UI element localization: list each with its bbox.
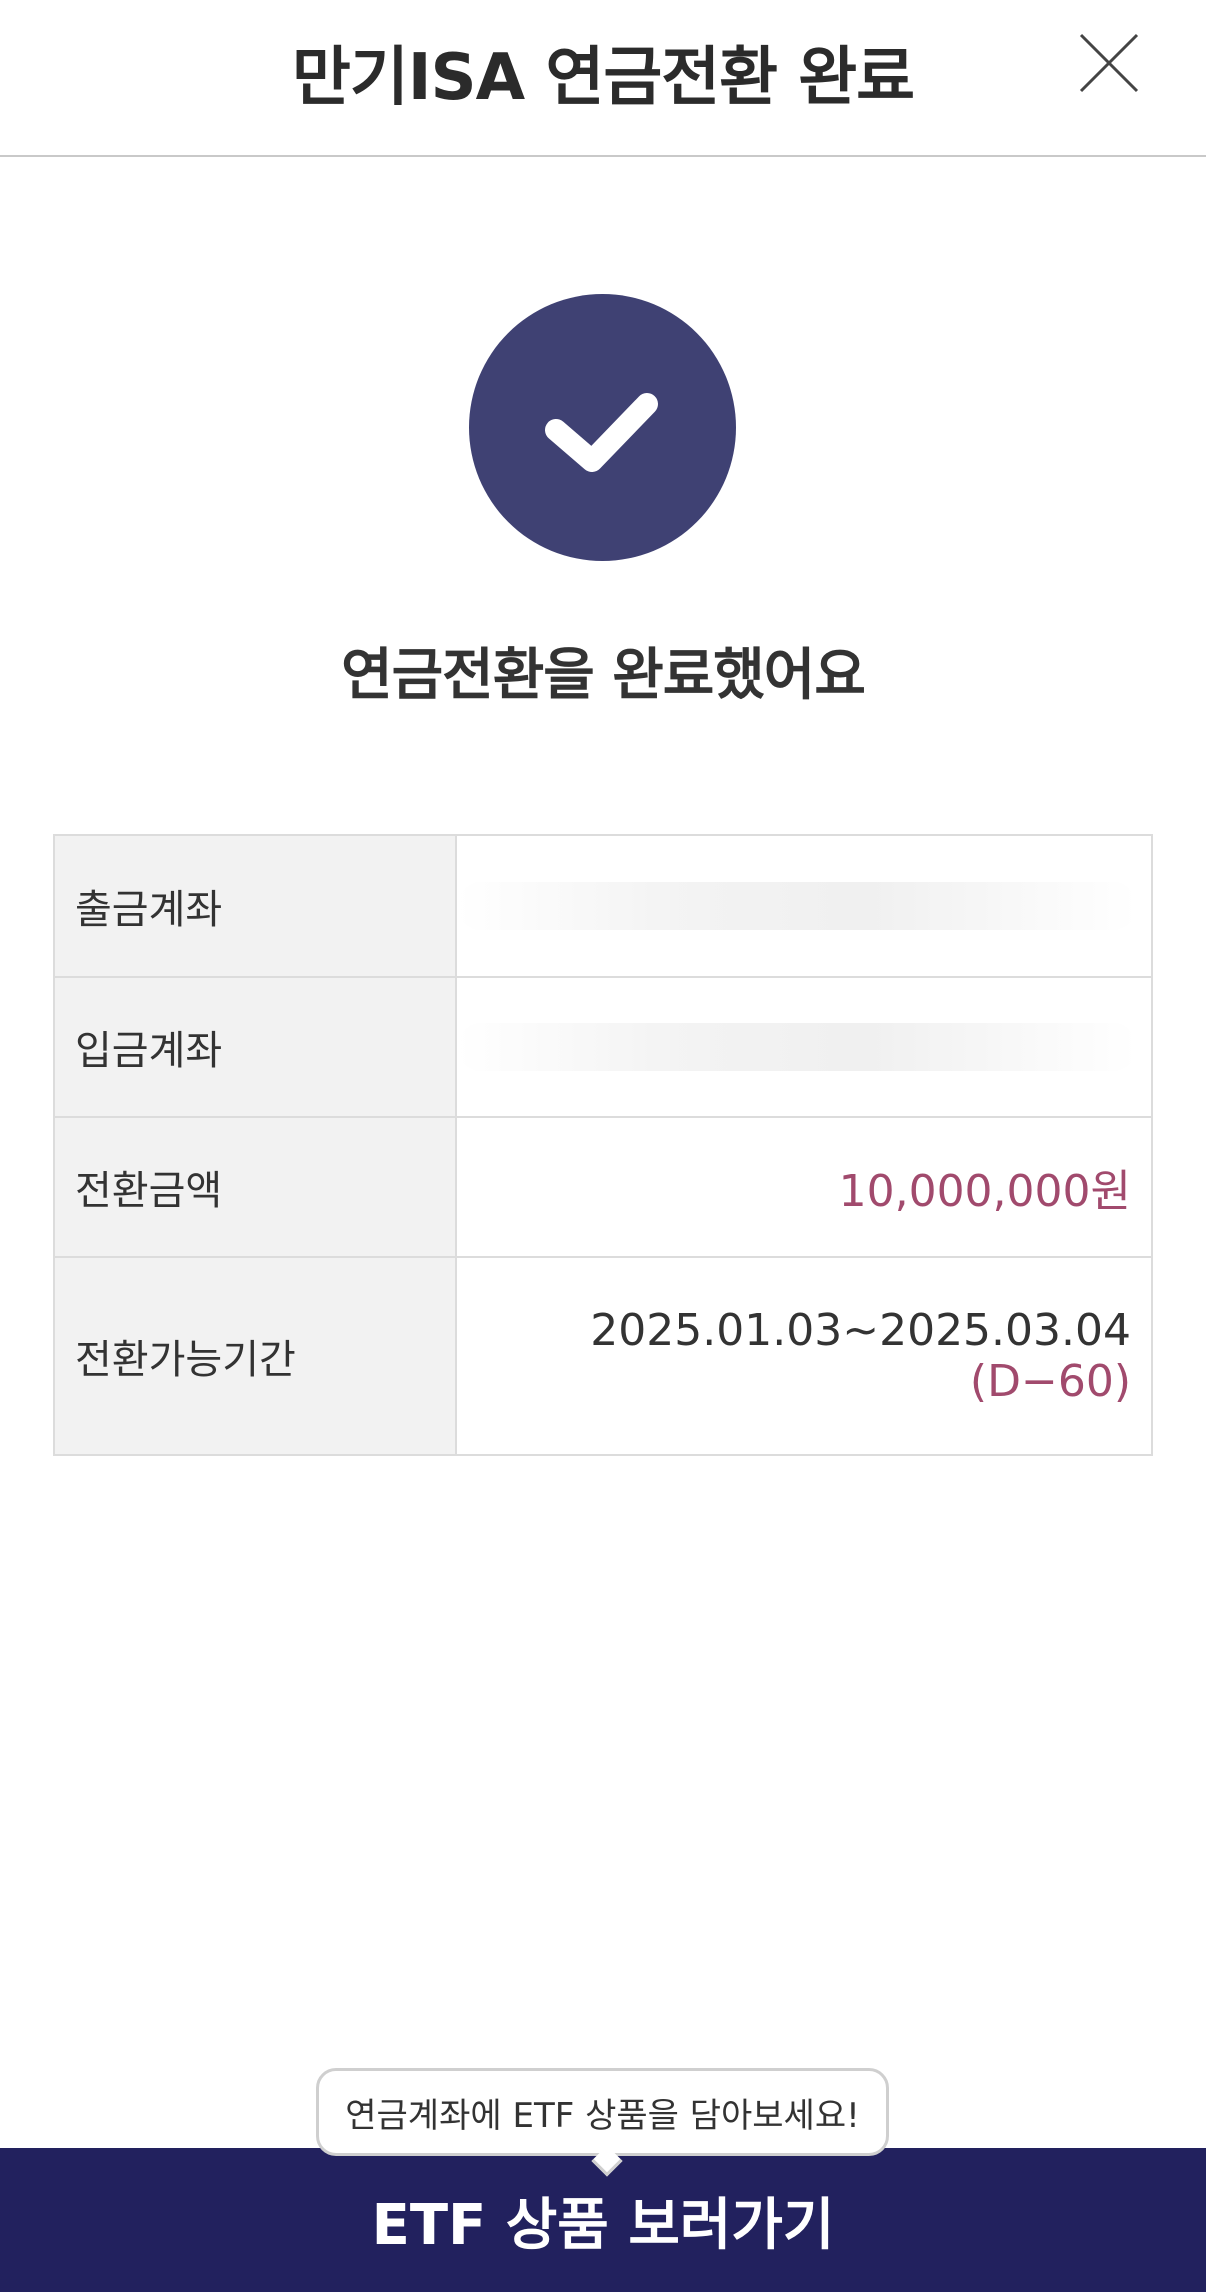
table-row-deposit-account: 입금계좌 xyxy=(55,976,1151,1116)
deposit-account-value xyxy=(457,978,1157,1116)
days-remaining: (D−60) xyxy=(969,1356,1131,1407)
success-badge xyxy=(469,294,736,561)
masked-value xyxy=(457,882,1137,930)
details-table: 출금계좌 입금계좌 전환금액 10,000,000원 전환가능기간 2025.0… xyxy=(53,834,1153,1456)
row-label: 전환금액 xyxy=(55,1118,457,1256)
period-value: 2025.01.03~2025.03.04 (D−60) xyxy=(457,1258,1151,1454)
withdrawal-account-value xyxy=(457,836,1157,976)
page-title: 만기ISA 연금전환 완료 xyxy=(291,41,915,115)
page: 만기ISA 연금전환 완료 연금전환을 완료했어요 출금계좌 입금계좌 전환금액… xyxy=(0,0,1206,2292)
conversion-amount: 10,000,000원 xyxy=(838,1166,1131,1217)
masked-value xyxy=(457,1023,1137,1071)
row-label: 전환가능기간 xyxy=(55,1258,457,1454)
completion-message: 연금전환을 완료했어요 xyxy=(341,643,866,708)
header: 만기ISA 연금전환 완료 xyxy=(0,0,1206,157)
table-row-withdrawal-account: 출금계좌 xyxy=(55,836,1151,976)
close-button[interactable] xyxy=(1078,32,1140,94)
period-range: 2025.01.03~2025.03.04 xyxy=(590,1305,1131,1356)
row-label: 출금계좌 xyxy=(55,836,457,976)
table-row-period: 전환가능기간 2025.01.03~2025.03.04 (D−60) xyxy=(55,1256,1151,1454)
row-label: 입금계좌 xyxy=(55,978,457,1116)
etf-tooltip: 연금계좌에 ETF 상품을 담아보세요! xyxy=(316,2068,889,2156)
close-icon xyxy=(1079,33,1139,93)
check-icon xyxy=(545,393,658,472)
table-row-amount: 전환금액 10,000,000원 xyxy=(55,1116,1151,1256)
